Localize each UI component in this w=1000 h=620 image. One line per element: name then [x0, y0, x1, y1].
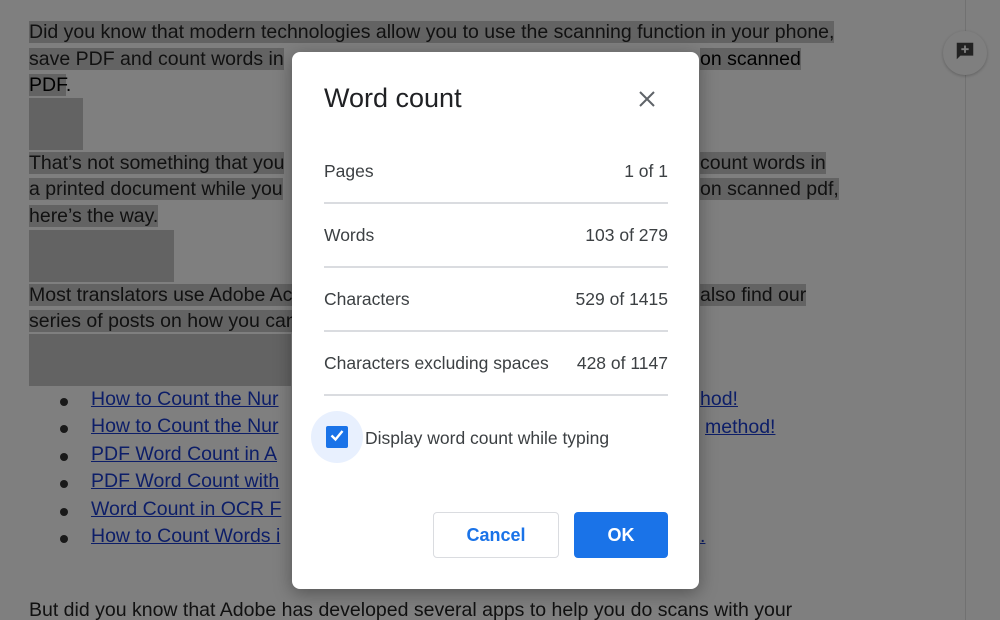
stat-row-characters: Characters 529 of 1415: [324, 267, 668, 332]
stat-row-pages: Pages 1 of 1: [324, 139, 668, 204]
dialog-title: Word count: [324, 83, 462, 113]
cancel-button[interactable]: Cancel: [433, 512, 559, 558]
close-button[interactable]: [632, 86, 662, 116]
close-icon: [639, 90, 655, 112]
stat-row-characters-no-spaces: Characters excluding spaces 428 of 1147: [324, 331, 668, 396]
stat-value: 103 of 279: [585, 225, 668, 245]
word-count-dialog: Word count Pages 1 of 1 Words 103 of 279…: [292, 52, 699, 589]
checkbox-label[interactable]: Display word count while typing: [365, 428, 609, 449]
stat-label: Pages: [324, 161, 374, 181]
stat-value: 1 of 1: [624, 161, 668, 181]
ok-button[interactable]: OK: [574, 512, 668, 558]
display-word-count-checkbox[interactable]: [311, 411, 363, 463]
stat-value: 428 of 1147: [576, 353, 668, 373]
stat-label: Characters excluding spaces: [324, 353, 549, 373]
stat-label: Words: [324, 225, 375, 245]
stat-row-words: Words 103 of 279: [324, 203, 668, 268]
checkbox-box[interactable]: [326, 426, 348, 448]
stat-value: 529 of 1415: [575, 289, 668, 309]
stat-label: Characters: [324, 289, 410, 309]
check-icon: [329, 427, 345, 448]
